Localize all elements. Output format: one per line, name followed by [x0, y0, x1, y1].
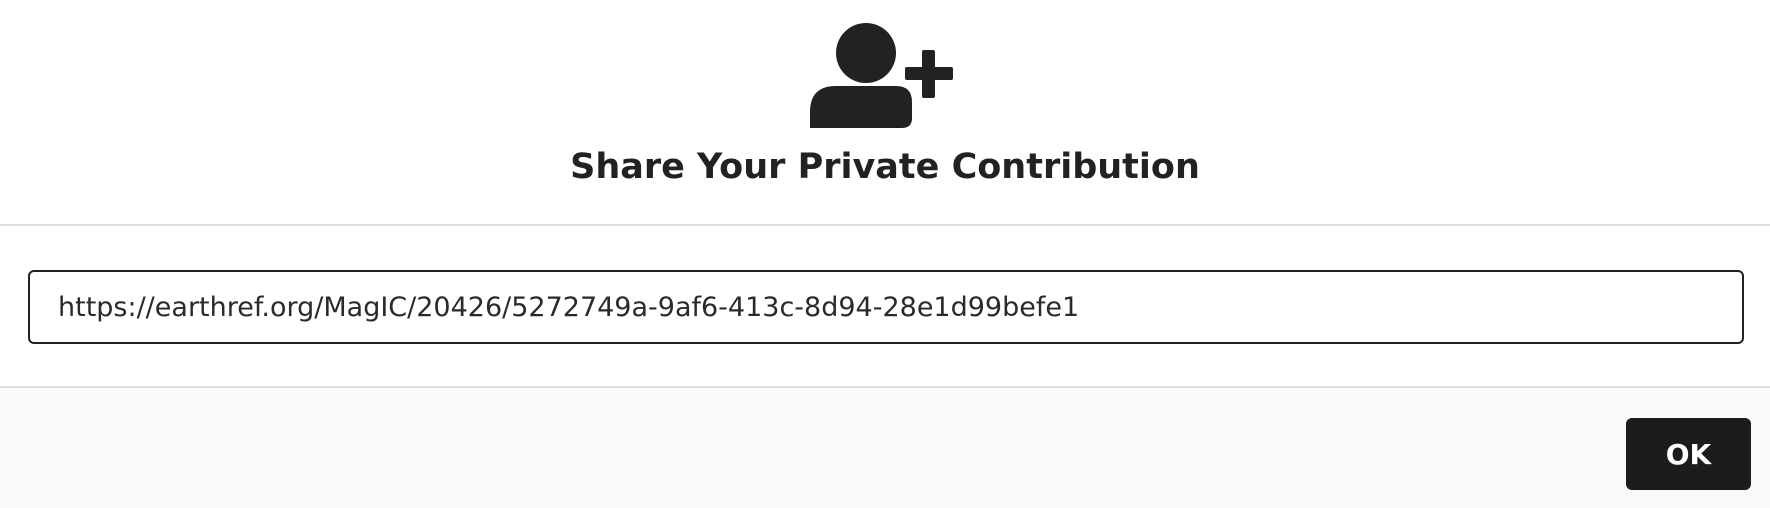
share-dialog: Share Your Private Contribution OK [0, 0, 1770, 508]
share-url-input[interactable] [28, 270, 1744, 344]
user-plus-icon [810, 23, 953, 128]
dialog-content [0, 226, 1770, 388]
dialog-header: Share Your Private Contribution [0, 0, 1770, 226]
dialog-actions: OK [0, 388, 1770, 508]
dialog-title: Share Your Private Contribution [570, 147, 1200, 187]
ok-button[interactable]: OK [1626, 418, 1751, 490]
